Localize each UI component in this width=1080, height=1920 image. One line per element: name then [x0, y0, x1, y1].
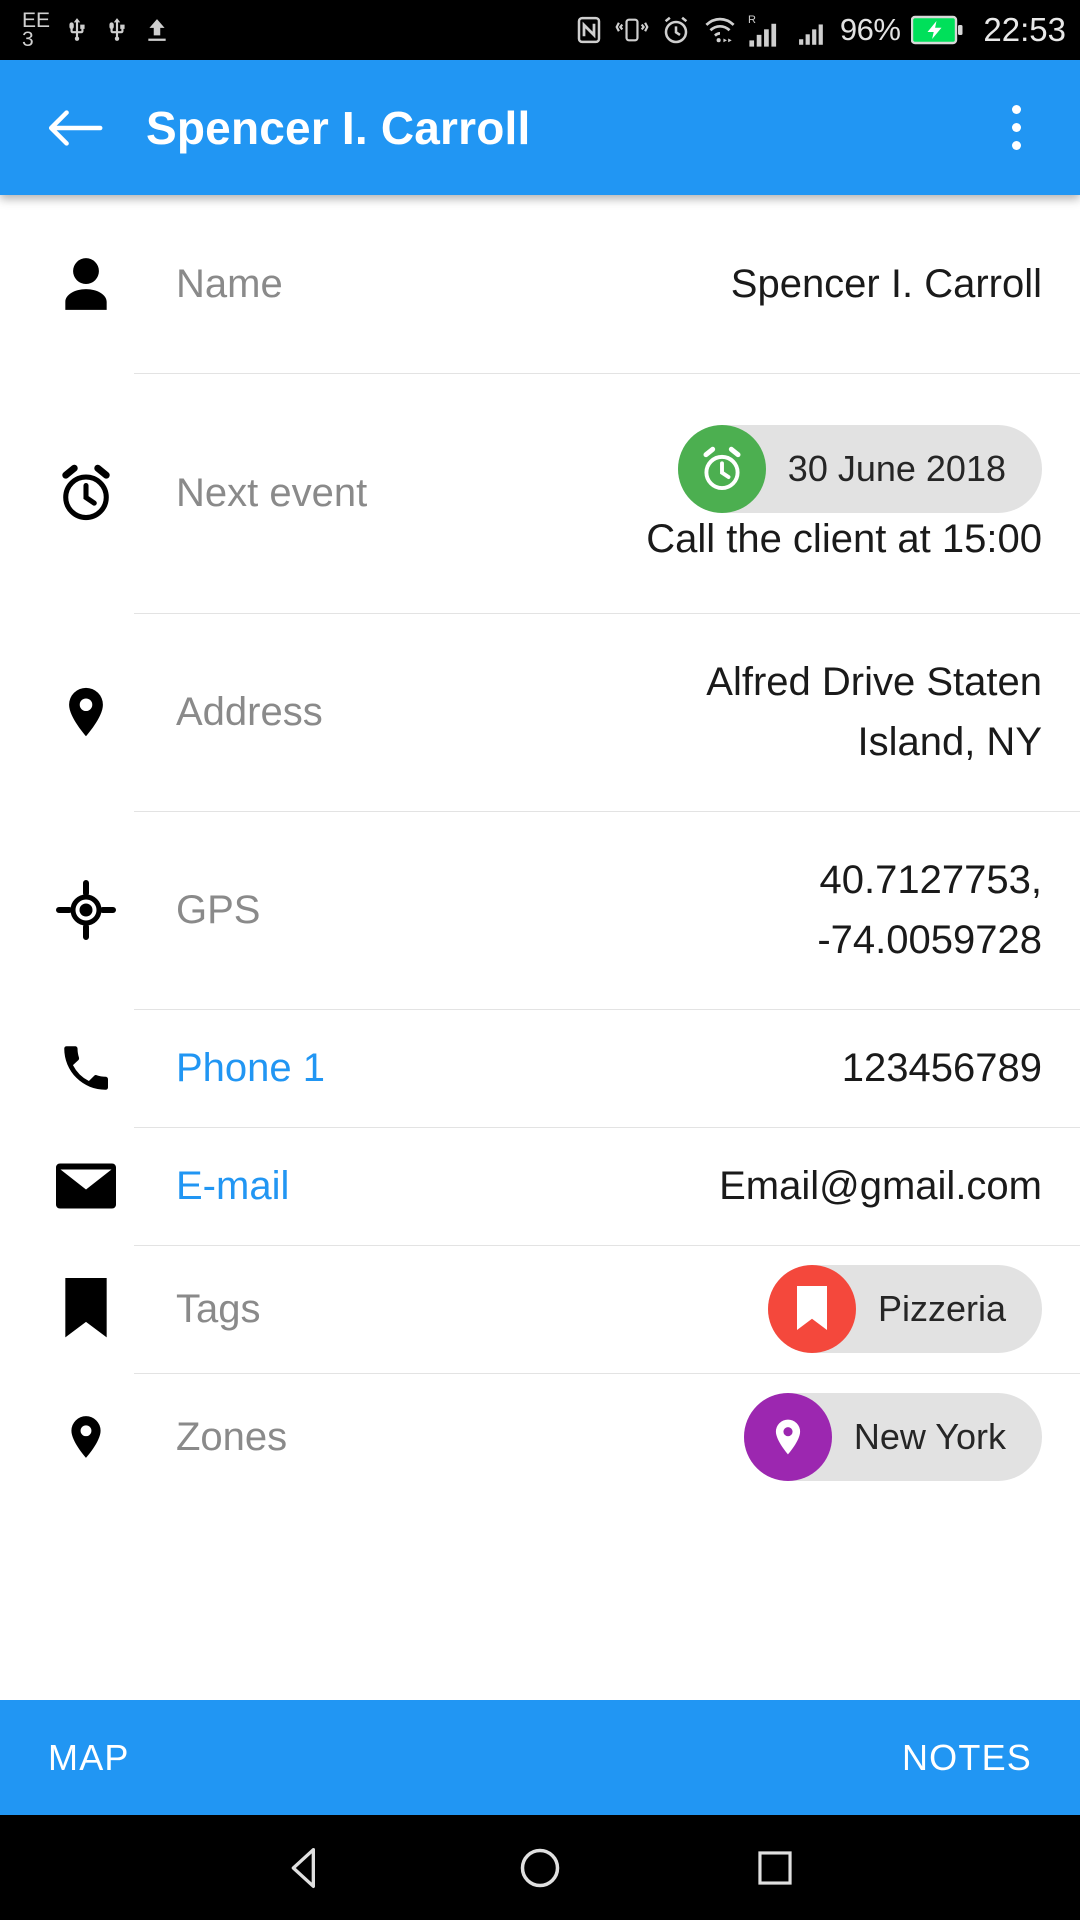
nav-home-button[interactable]: [505, 1833, 575, 1903]
detail-row-next-event[interactable]: Next event 30 June 2018 Call the client: [0, 373, 1080, 613]
back-button[interactable]: [40, 93, 110, 163]
detail-row-tags[interactable]: Tags Pizzeria: [0, 1245, 1080, 1373]
more-vertical-icon: [1011, 123, 1021, 132]
detail-value: Email@gmail.com: [289, 1156, 1042, 1216]
detail-value: Pizzeria: [261, 1265, 1042, 1353]
alarm-icon: [677, 424, 766, 513]
detail-row-body: Name Spencer I. Carroll: [134, 195, 1080, 373]
detail-row-phone[interactable]: Phone 1 123456789: [0, 1009, 1080, 1127]
event-date-label: 30 June 2018: [787, 447, 1006, 489]
status-bar-clock: 22:53: [983, 11, 1066, 48]
phone-icon: [38, 1039, 134, 1097]
more-vertical-icon: [1011, 105, 1021, 114]
nav-recents-button[interactable]: [740, 1833, 810, 1903]
envelope-icon: [38, 1162, 134, 1210]
zone-chip[interactable]: New York: [743, 1393, 1042, 1481]
bookmark-icon: [767, 1265, 856, 1353]
next-event-content: 30 June 2018 Call the client at 15:00: [367, 424, 1042, 562]
battery-charging-icon: [911, 15, 963, 45]
detail-label: Address: [176, 689, 323, 734]
wifi-icon: [705, 17, 735, 43]
map-button[interactable]: MAP: [48, 1737, 130, 1779]
carrier-label: EE 3: [22, 10, 50, 51]
detail-label-link[interactable]: Phone 1: [176, 1046, 325, 1091]
detail-row-email[interactable]: E-mail Email@gmail.com: [0, 1127, 1080, 1245]
upload-icon: [148, 19, 166, 41]
zone-label: New York: [853, 1416, 1006, 1457]
location-pin-icon: [38, 1406, 134, 1468]
detail-value-line: Island, NY: [857, 720, 1042, 764]
detail-value-line: 123456789: [841, 1046, 1042, 1090]
detail-value-line: Alfred Drive Staten: [706, 660, 1042, 704]
detail-value: Alfred Drive Staten Island, NY: [323, 652, 1042, 772]
contact-details-list[interactable]: Name Spencer I. Carroll Next event 30 Ju…: [0, 195, 1080, 1700]
detail-value: 40.7127753, -74.0059728: [260, 850, 1042, 970]
detail-label-link[interactable]: E-mail: [176, 1164, 289, 1209]
detail-label: Name: [176, 261, 283, 306]
tag-label: Pizzeria: [877, 1288, 1006, 1329]
detail-value: 123456789: [325, 1038, 1042, 1098]
page-title: Spencer I. Carroll: [146, 101, 531, 154]
detail-value: Spencer I. Carroll: [283, 254, 1042, 314]
detail-value-line: Spencer I. Carroll: [730, 262, 1042, 306]
app-bar: Spencer I. Carroll: [0, 60, 1080, 195]
detail-row-address[interactable]: Address Alfred Drive Staten Island, NY: [0, 613, 1080, 811]
status-bar-left: EE 3: [22, 10, 170, 51]
vibrate-icon: [615, 18, 649, 42]
bottom-action-bar: MAP NOTES: [0, 1700, 1080, 1815]
triangle-back-icon: [291, 1847, 315, 1888]
event-date-chip[interactable]: 30 June 2018: [677, 424, 1042, 513]
detail-row-name[interactable]: Name Spencer I. Carroll: [0, 195, 1080, 373]
detail-value: New York: [287, 1393, 1042, 1481]
usb-icon: [69, 18, 85, 41]
phone-screen: EE 3 R 96% 22:53 Spencer I. Carroll Name…: [0, 0, 1080, 1920]
detail-label: Tags: [176, 1286, 261, 1331]
detail-value-line: 40.7127753,: [819, 858, 1042, 902]
status-bar-right: R 96% 22:53: [574, 11, 1066, 49]
square-recents-icon: [758, 1850, 792, 1885]
detail-label: GPS: [176, 887, 261, 932]
gps-crosshair-icon: [38, 880, 134, 940]
detail-row-body: Tags Pizzeria: [134, 1245, 1080, 1373]
nav-back-button[interactable]: [270, 1833, 340, 1903]
notes-button[interactable]: NOTES: [902, 1737, 1032, 1779]
alarm-icon: [38, 461, 134, 525]
carrier-sim: 3: [22, 28, 34, 51]
detail-row-body: GPS 40.7127753, -74.0059728: [134, 811, 1080, 1009]
battery-percent: 96%: [839, 12, 901, 47]
arrow-left-icon: [48, 109, 103, 146]
detail-value-line: Email@gmail.com: [719, 1164, 1042, 1208]
detail-row-body: Zones New York: [134, 1373, 1080, 1501]
detail-value-line: -74.0059728: [817, 918, 1042, 962]
status-bar: EE 3 R 96% 22:53: [0, 0, 1080, 60]
svg-text:R: R: [748, 14, 756, 26]
android-nav-bar: [0, 1815, 1080, 1920]
signal-icon: [798, 24, 823, 45]
detail-row-body: E-mail Email@gmail.com: [134, 1127, 1080, 1245]
detail-label: Next event: [176, 470, 368, 515]
nfc-icon: [577, 16, 601, 44]
tag-chip[interactable]: Pizzeria: [767, 1265, 1042, 1353]
alarm-icon: [664, 16, 688, 44]
bookmark-icon: [38, 1278, 134, 1340]
person-icon: [38, 253, 134, 315]
location-pin-icon: [743, 1393, 832, 1481]
overflow-menu-button[interactable]: [984, 86, 1048, 170]
detail-row-zones[interactable]: Zones New York: [0, 1373, 1080, 1501]
more-vertical-icon: [1011, 141, 1021, 150]
usb-icon: [109, 18, 125, 41]
detail-row-body: Phone 1 123456789: [134, 1009, 1080, 1127]
detail-row-gps[interactable]: GPS 40.7127753, -74.0059728: [0, 811, 1080, 1009]
signal-roaming-icon: R: [748, 14, 776, 47]
detail-row-body: Next event 30 June 2018 Call the client: [134, 373, 1080, 613]
detail-label: Zones: [176, 1414, 288, 1459]
detail-row-body: Address Alfred Drive Staten Island, NY: [134, 613, 1080, 811]
circle-home-icon: [520, 1848, 560, 1887]
event-description: Call the client at 15:00: [646, 516, 1042, 561]
location-pin-icon: [38, 681, 134, 743]
